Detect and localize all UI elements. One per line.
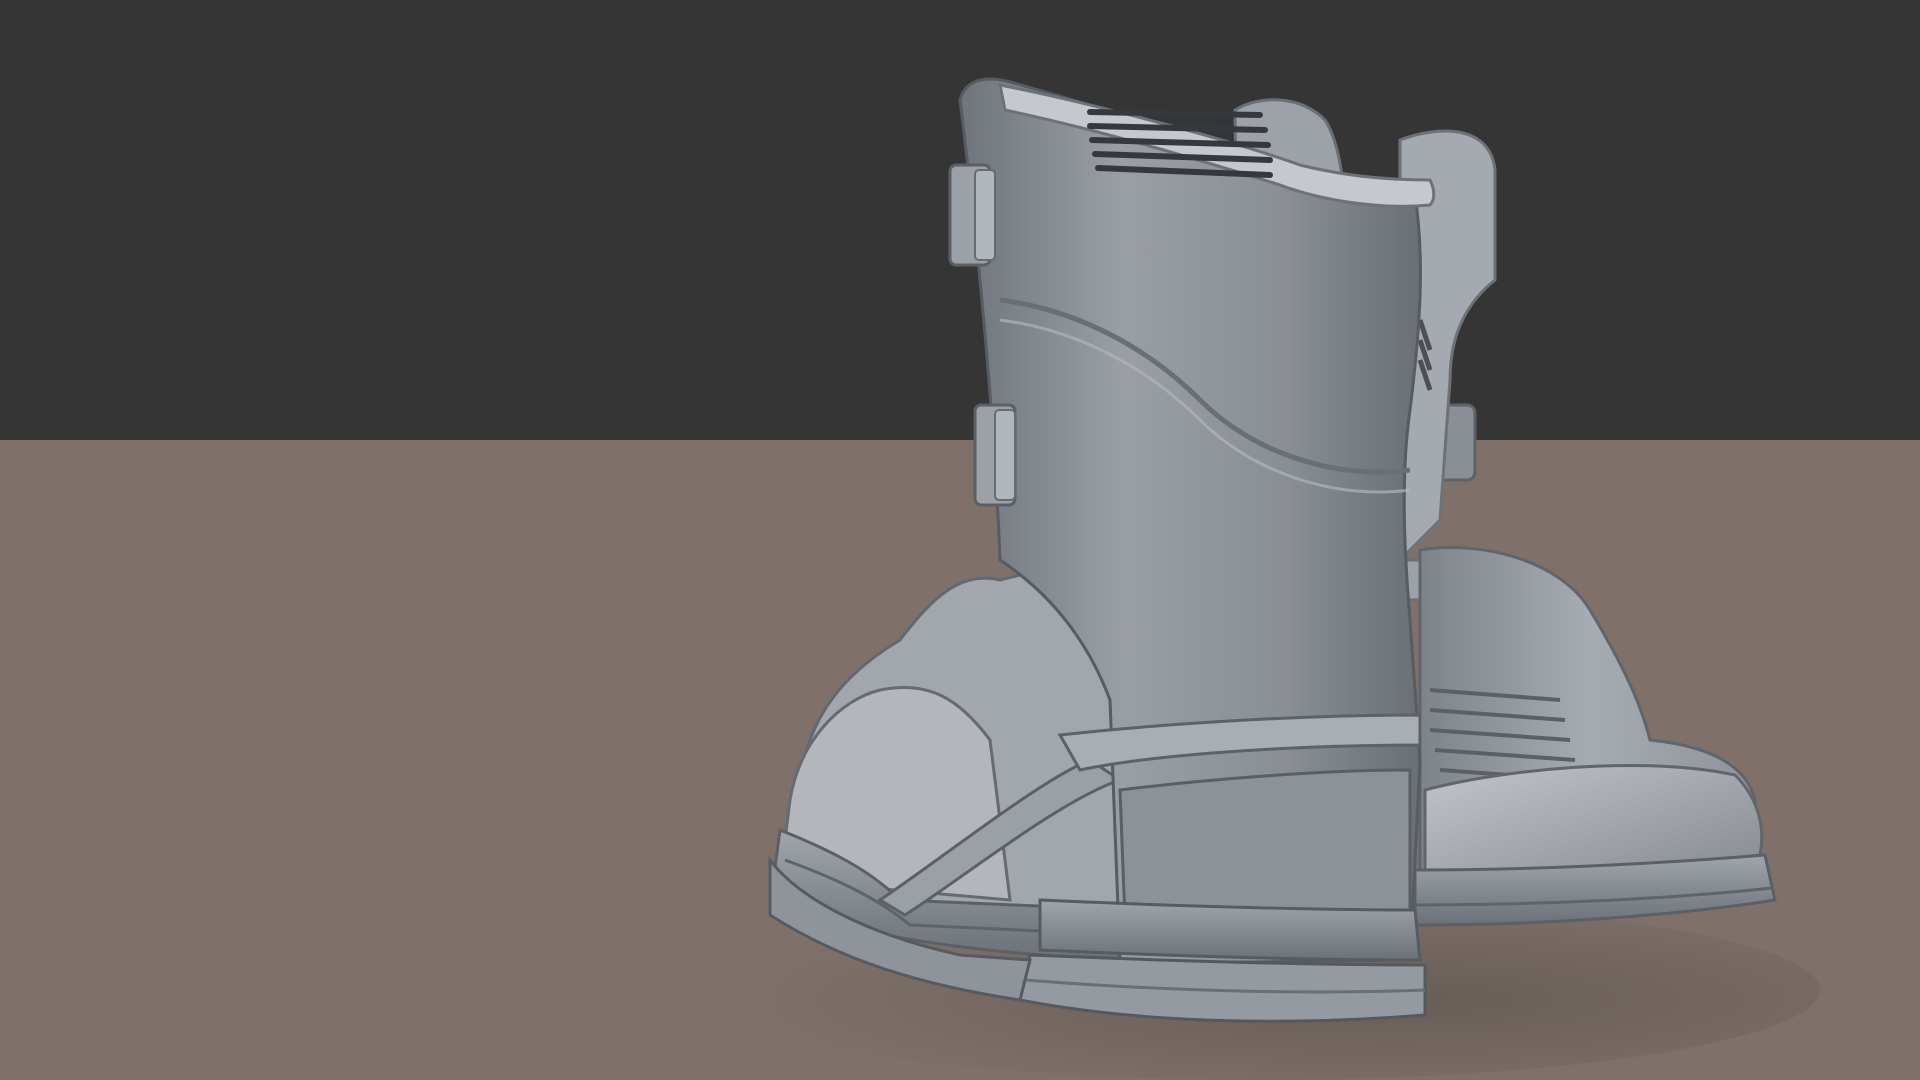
render-viewport	[0, 0, 1920, 1080]
front-boot	[768, 77, 1436, 1023]
boots-illustration	[700, 77, 1820, 1080]
